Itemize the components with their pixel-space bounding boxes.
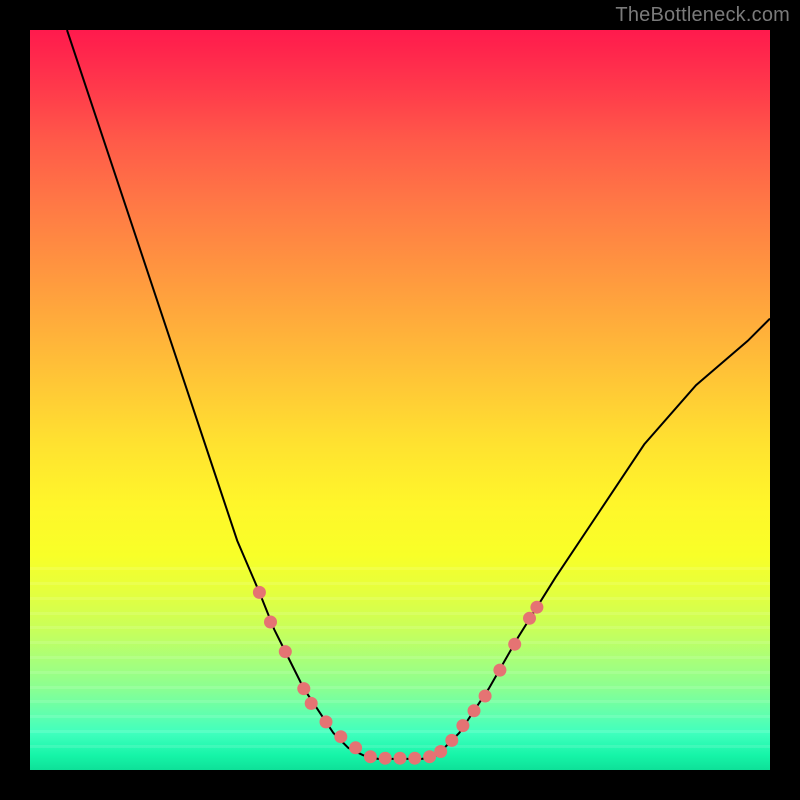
bottleneck-curve [67,30,770,759]
data-dot [349,741,362,754]
data-dot [479,690,492,703]
data-dot [253,586,266,599]
data-dot [264,616,277,629]
watermark-text: TheBottleneck.com [615,4,790,27]
data-dot [468,704,481,717]
data-dot [334,730,347,743]
curve-svg [30,30,770,770]
plot-area [30,30,770,770]
data-dot [530,601,543,614]
data-dot [456,719,469,732]
outer-frame: TheBottleneck.com [0,0,800,800]
data-dot [508,638,521,651]
data-dot [523,612,536,625]
data-dot [320,715,333,728]
data-dot [394,752,407,765]
data-dot [434,745,447,758]
data-dot [297,682,310,695]
data-dot [445,734,458,747]
data-dot [279,645,292,658]
data-dot [379,752,392,765]
data-dot [305,697,318,710]
data-dot [423,750,436,763]
data-dot [493,664,506,677]
data-dot [364,750,377,763]
data-dot [408,752,421,765]
